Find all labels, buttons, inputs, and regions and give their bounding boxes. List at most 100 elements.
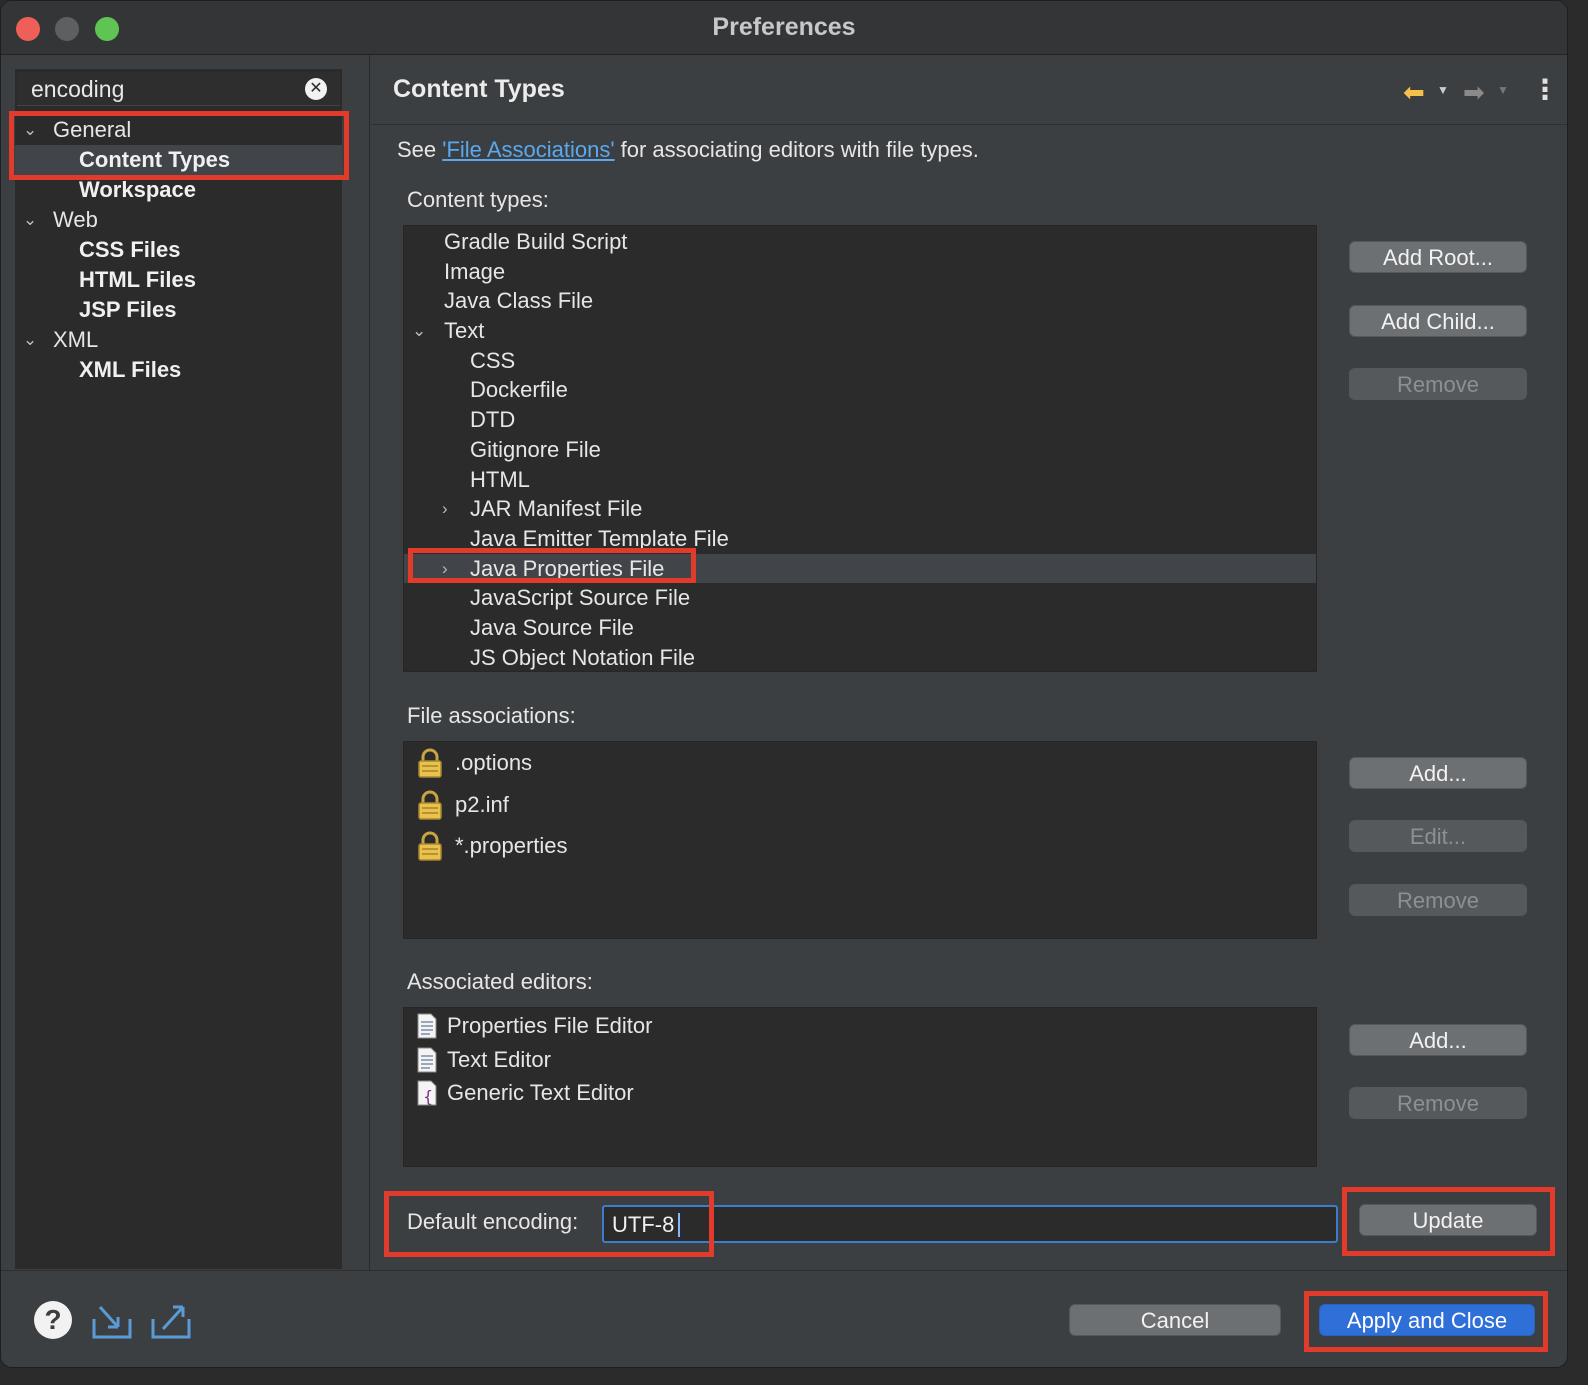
content-type-label: Java Emitter Template File <box>470 525 729 551</box>
dialog-footer: ? Cancel Apply and Close <box>1 1270 1567 1367</box>
content-type-item[interactable]: CSS <box>404 346 1316 376</box>
content-type-label: Gitignore File <box>470 436 601 462</box>
content-type-item[interactable]: Gradle Build Script <box>404 227 1316 257</box>
content-type-item[interactable]: Java Class File <box>404 286 1316 316</box>
file-association-item[interactable]: .options <box>404 742 1316 784</box>
remove-file-association-button[interactable]: Remove <box>1349 884 1527 916</box>
lock-icon <box>418 831 442 861</box>
content-type-item[interactable]: JS Object Notation File <box>404 643 1316 671</box>
add-child-button[interactable]: Add Child... <box>1349 305 1527 337</box>
text-caret <box>678 1213 680 1237</box>
chevron-down-icon[interactable]: ⌄ <box>23 115 43 145</box>
remove-content-type-button[interactable]: Remove <box>1349 368 1527 400</box>
content-type-label: Java Source File <box>470 614 634 640</box>
preferences-window: Preferences encoding ✕ ⌄ General Content… <box>0 0 1568 1368</box>
remove-editor-button[interactable]: Remove <box>1349 1087 1527 1119</box>
tree-item-label: JSP Files <box>79 297 177 322</box>
document-icon <box>417 1013 437 1039</box>
content-types-label: Content types: <box>407 187 549 212</box>
help-icon[interactable]: ? <box>34 1301 72 1339</box>
chevron-right-icon[interactable]: › <box>442 494 448 524</box>
edit-file-association-button[interactable]: Edit... <box>1349 820 1527 852</box>
sidebar-resize-handle[interactable] <box>342 55 370 1270</box>
content-type-label: Java Class File <box>444 288 594 314</box>
file-association-label: *.properties <box>455 833 568 858</box>
page-header: Content Types ⬅ ▼ ➡ ▼ ⋮ <box>371 55 1567 125</box>
content-type-label: CSS <box>470 347 516 373</box>
associated-editors-list[interactable]: Properties File Editor Text Editor { Gen… <box>403 1007 1317 1167</box>
lock-icon <box>418 748 442 778</box>
content-type-label: Dockerfile <box>470 377 568 403</box>
content-type-item[interactable]: Java Emitter Template File <box>404 524 1316 554</box>
apply-and-close-button[interactable]: Apply and Close <box>1319 1304 1535 1336</box>
export-icon[interactable] <box>149 1301 193 1341</box>
content-type-item[interactable]: Image <box>404 257 1316 287</box>
file-association-item[interactable]: p2.inf <box>404 784 1316 826</box>
filter-input-value[interactable]: encoding <box>31 76 124 103</box>
tree-item-xml-files[interactable]: XML Files <box>15 355 342 385</box>
add-root-button[interactable]: Add Root... <box>1349 241 1527 273</box>
back-history-dropdown-icon[interactable]: ▼ <box>1437 83 1449 97</box>
content-type-label: Image <box>444 258 506 284</box>
filter-input[interactable]: encoding ✕ <box>17 72 340 106</box>
file-associations-hint: See 'File Associations' for associating … <box>397 137 979 163</box>
tree-item-xml[interactable]: ⌄ XML <box>15 325 342 355</box>
tree-item-label: XML Files <box>79 357 182 382</box>
tree-item-label: HTML Files <box>79 267 196 292</box>
file-association-label: p2.inf <box>455 791 509 817</box>
clear-filter-icon[interactable]: ✕ <box>305 78 327 100</box>
chevron-right-icon[interactable]: › <box>442 554 448 584</box>
forward-arrow-icon[interactable]: ➡ <box>1463 77 1485 108</box>
update-encoding-button[interactable]: Update <box>1359 1204 1537 1236</box>
associated-editor-item[interactable]: Properties File Editor <box>404 1009 1316 1043</box>
default-encoding-input[interactable]: UTF-8 <box>602 1205 1338 1243</box>
view-menu-icon[interactable]: ⋮ <box>1531 75 1559 105</box>
tree-item-jsp-files[interactable]: JSP Files <box>15 295 342 325</box>
content-type-item[interactable]: Dockerfile <box>404 375 1316 405</box>
file-associations-label: File associations: <box>407 703 576 728</box>
tree-item-workspace[interactable]: Workspace <box>15 175 342 205</box>
associated-editor-label: Generic Text Editor <box>447 1080 634 1106</box>
associated-editor-label: Properties File Editor <box>447 1013 653 1038</box>
content-type-item[interactable]: JavaScript Source File <box>404 583 1316 613</box>
associated-editor-item[interactable]: Text Editor <box>404 1043 1316 1077</box>
chevron-down-icon[interactable]: ⌄ <box>23 325 43 355</box>
page-title: Content Types <box>393 75 565 103</box>
tree-item-general[interactable]: ⌄ General <box>15 115 342 145</box>
content-type-label: JavaScript Source File <box>470 585 691 611</box>
preferences-sidebar: encoding ✕ ⌄ General Content Types Works… <box>15 69 342 1269</box>
tree-item-label: Workspace <box>79 177 196 202</box>
content-type-item[interactable]: HTML <box>404 465 1316 495</box>
back-arrow-icon[interactable]: ⬅ <box>1403 77 1425 108</box>
associated-editors-label: Associated editors: <box>407 969 593 994</box>
tree-item-label: Content Types <box>79 147 231 172</box>
tree-item-web[interactable]: ⌄ Web <box>15 205 342 235</box>
tree-item-css-files[interactable]: CSS Files <box>15 235 342 265</box>
content-type-item-selected[interactable]: › Java Properties File <box>404 553 1316 584</box>
forward-history-dropdown-icon[interactable]: ▼ <box>1497 83 1509 97</box>
file-associations-link[interactable]: 'File Associations' <box>442 137 614 162</box>
content-types-tree[interactable]: Gradle Build Script Image Java Class Fil… <box>403 225 1317 672</box>
content-type-item[interactable]: DTD <box>404 405 1316 435</box>
content-type-label: Java Properties File <box>470 555 665 581</box>
file-associations-list[interactable]: .options p2.inf *.properties <box>403 741 1317 939</box>
content-type-item[interactable]: Java Source File <box>404 613 1316 643</box>
tree-item-html-files[interactable]: HTML Files <box>15 265 342 295</box>
tree-item-content-types[interactable]: Content Types <box>15 145 342 175</box>
content-type-label: Text <box>444 318 485 344</box>
content-type-item[interactable]: › JAR Manifest File <box>404 494 1316 524</box>
file-association-item[interactable]: *.properties <box>404 825 1316 867</box>
default-encoding-value[interactable]: UTF-8 <box>612 1212 674 1238</box>
title-bar: Preferences <box>1 1 1567 55</box>
content-type-item[interactable]: Gitignore File <box>404 435 1316 465</box>
chevron-down-icon[interactable]: ⌄ <box>412 316 426 346</box>
hint-prefix: See <box>397 137 443 162</box>
add-file-association-button[interactable]: Add... <box>1349 757 1527 789</box>
cancel-button[interactable]: Cancel <box>1069 1304 1281 1336</box>
associated-editor-item[interactable]: { Generic Text Editor <box>404 1076 1316 1110</box>
tree-item-label: General <box>53 117 132 142</box>
add-editor-button[interactable]: Add... <box>1349 1024 1527 1056</box>
chevron-down-icon[interactable]: ⌄ <box>23 205 43 235</box>
import-icon[interactable] <box>90 1301 134 1341</box>
content-type-item[interactable]: ⌄ Text <box>404 316 1316 346</box>
